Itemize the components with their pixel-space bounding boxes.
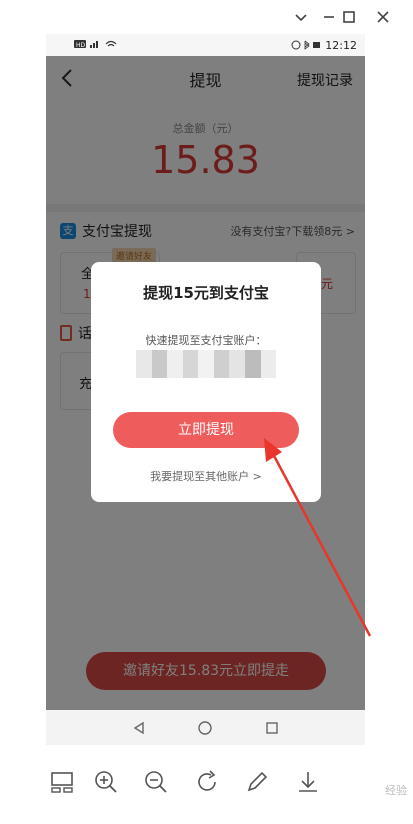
other-account-link[interactable]: 我要提现至其他账户 > <box>91 468 321 484</box>
close-icon[interactable] <box>372 6 394 28</box>
android-nav-bar <box>46 710 365 745</box>
status-bar: HD 12:12 <box>46 34 365 56</box>
download-icon[interactable] <box>295 769 321 795</box>
withdraw-now-button[interactable]: 立即提现 <box>113 412 299 448</box>
edit-pencil-icon[interactable] <box>244 769 270 795</box>
minimize-icon[interactable] <box>318 6 340 28</box>
window: HD 12:12 提现 提现记录 总金额（元） 15.83 <box>0 0 413 824</box>
nav-recent-icon[interactable] <box>264 720 280 736</box>
nav-home-icon[interactable] <box>197 720 213 736</box>
zoom-in-icon[interactable] <box>93 769 119 795</box>
thumbnail-icon[interactable] <box>49 769 75 795</box>
chevron-down-icon[interactable] <box>290 6 312 28</box>
status-left-icons: HD <box>74 39 124 52</box>
viewer-toolbar: 经验 <box>0 762 413 802</box>
masked-account <box>136 350 277 378</box>
alarm-bluetooth-icon <box>291 40 321 50</box>
watermark: 经验 <box>385 784 407 797</box>
dialog-title: 提现15元到支付宝 <box>143 284 269 302</box>
phone-screen: HD 12:12 提现 提现记录 总金额（元） 15.83 <box>46 34 365 745</box>
withdraw-dialog: 提现15元到支付宝 快速提现至支付宝账户： 立即提现 我要提现至其他账户 > <box>91 262 321 502</box>
zoom-out-icon[interactable] <box>143 769 169 795</box>
svg-text:HD: HD <box>76 42 86 49</box>
status-time: 12:12 <box>325 38 357 52</box>
rotate-icon[interactable] <box>194 769 220 795</box>
signal-icon: HD <box>74 39 117 49</box>
dialog-subtitle: 快速提现至支付宝账户： <box>145 334 267 347</box>
nav-back-icon[interactable] <box>131 720 147 736</box>
maximize-icon[interactable] <box>338 6 360 28</box>
